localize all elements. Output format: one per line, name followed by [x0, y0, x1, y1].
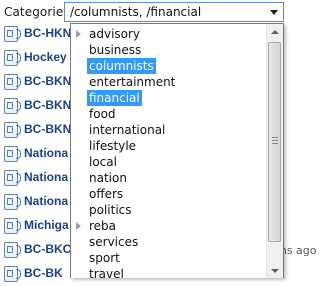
article-icon [4, 74, 21, 90]
category-option-label: food [89, 107, 116, 121]
category-option-columnists[interactable]: columnists [71, 58, 267, 74]
article-title[interactable]: BC-BKC [24, 242, 71, 256]
grip-line [272, 140, 278, 141]
article-icon [4, 218, 21, 234]
category-option-label: financial [87, 90, 142, 106]
category-option-lifestyle[interactable]: lifestyle [71, 138, 267, 154]
expand-triangle-icon[interactable] [76, 222, 81, 230]
category-option-advisory[interactable]: advisory [71, 26, 267, 42]
category-option-label: international [89, 123, 166, 137]
categories-dropdown: advisory business columnists entertainment f… [70, 23, 284, 278]
article-title[interactable]: BC-HKN [24, 26, 71, 40]
category-option-politics[interactable]: politics [71, 202, 267, 218]
category-option-travel[interactable]: travel [71, 266, 267, 278]
category-option-sport[interactable]: sport [71, 250, 267, 266]
expand-triangle-icon[interactable] [76, 30, 81, 38]
category-option-label: reba [89, 219, 117, 233]
category-option-nation[interactable]: nation [71, 170, 267, 186]
article-title[interactable]: Michiga [24, 218, 69, 232]
category-option-international[interactable]: international [71, 122, 267, 138]
category-option-label: services [89, 235, 139, 249]
article-icon [4, 50, 21, 66]
category-option-label: advisory [89, 27, 141, 41]
category-option-food[interactable]: food [71, 106, 267, 122]
categories-combobox-value: /columnists, /financial [70, 5, 202, 19]
category-option-label: local [89, 155, 117, 169]
grip-line [272, 137, 278, 138]
article-title[interactable]: Nationa [24, 146, 68, 160]
chevron-down-icon[interactable] [270, 10, 278, 15]
category-option-business[interactable]: business [71, 42, 267, 58]
article-icon [4, 122, 21, 138]
category-option-reba[interactable]: reba [71, 218, 267, 234]
categories-combobox[interactable]: /columnists, /financial [64, 2, 284, 22]
category-option-local[interactable]: local [71, 154, 267, 170]
category-option-entertainment[interactable]: entertainment [71, 74, 267, 90]
article-icon [4, 266, 21, 282]
category-option-services[interactable]: services [71, 234, 267, 250]
article-icon [4, 242, 21, 258]
article-title[interactable]: Hockey [24, 50, 67, 64]
category-option-label: entertainment [89, 75, 176, 89]
category-option-label: business [89, 43, 142, 57]
category-option-label: columnists [87, 58, 156, 74]
category-option-label: travel [89, 267, 124, 278]
category-option-offers[interactable]: offers [71, 186, 267, 202]
article-title[interactable]: BC-BKN [24, 98, 71, 112]
article-title[interactable]: BC-BKN [24, 74, 71, 88]
category-option-financial[interactable]: financial [71, 90, 267, 106]
scrollbar-thumb[interactable] [268, 42, 281, 242]
article-title[interactable]: Nationa [24, 170, 68, 184]
category-option-label: politics [89, 203, 132, 217]
article-icon [4, 98, 21, 114]
scroll-down-arrow-icon[interactable] [267, 262, 283, 278]
scroll-up-arrow-icon[interactable] [267, 24, 283, 41]
article-icon [4, 194, 21, 210]
category-option-label: offers [89, 187, 124, 201]
category-option-label: lifestyle [89, 139, 137, 153]
grip-line [272, 143, 278, 144]
article-title[interactable]: BC-BKN [24, 122, 71, 136]
article-icon [4, 146, 21, 162]
dropdown-scrollbar[interactable] [266, 24, 283, 278]
category-option-label: sport [89, 251, 120, 265]
category-option-label: nation [89, 171, 127, 185]
article-icon [4, 26, 21, 42]
article-icon [4, 170, 21, 186]
article-title[interactable]: Nationa [24, 194, 68, 208]
